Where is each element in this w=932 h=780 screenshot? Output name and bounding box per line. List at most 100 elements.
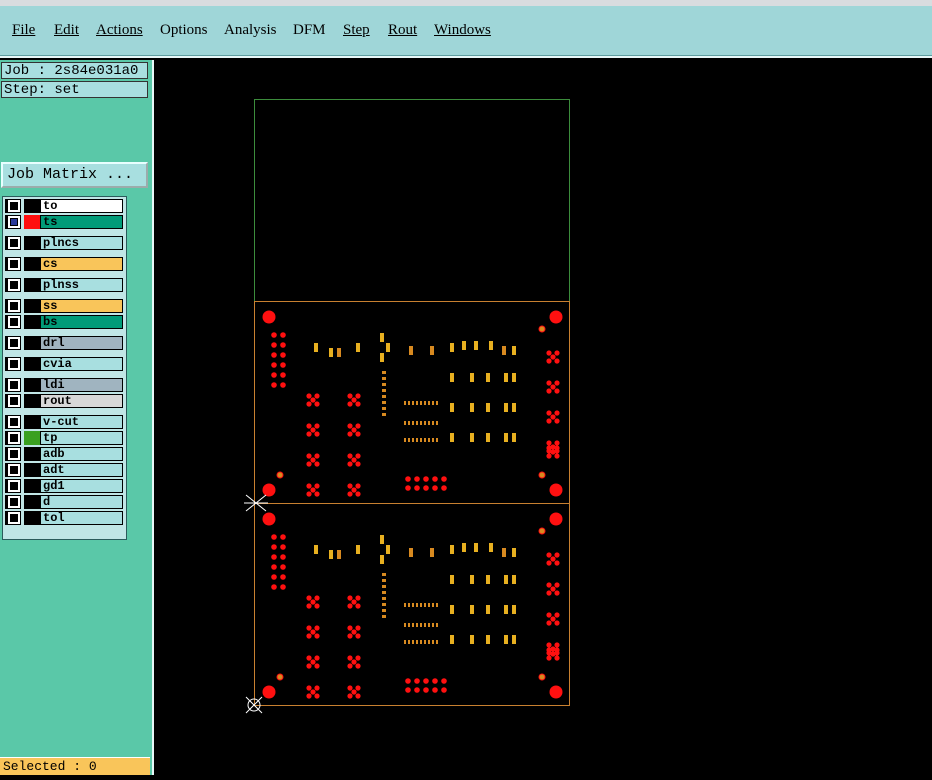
layer-row-gd1[interactable]: gd1 [5,479,123,493]
layer-color-swatch[interactable] [24,236,40,250]
layer-checkbox[interactable] [8,464,20,476]
smd-pad [404,640,406,644]
layer-color-swatch[interactable] [24,463,40,477]
layer-color-swatch[interactable] [24,511,40,525]
layer-row-ts[interactable]: ts [5,215,123,229]
layer-color-swatch[interactable] [24,357,40,371]
layer-color-swatch[interactable] [24,479,40,493]
layer-name[interactable]: ts [40,215,123,229]
layer-checkbox[interactable] [8,416,20,428]
pcb-view[interactable] [154,60,932,775]
menu-analysis[interactable]: Analysis [224,22,277,39]
layer-name[interactable]: cvia [40,357,123,371]
layer-row-ldi[interactable]: ldi [5,378,123,392]
layer-checkbox[interactable] [8,316,20,328]
layer-row-rout[interactable]: rout [5,394,123,408]
smd-pad [436,603,438,607]
layer-checkbox[interactable] [8,480,20,492]
layer-name[interactable]: bs [40,315,123,329]
layer-checkbox[interactable] [8,337,20,349]
layer-checkbox[interactable] [8,237,20,249]
layer-name[interactable]: tol [40,511,123,525]
layer-color-swatch[interactable] [24,336,40,350]
smd-pad [504,605,508,614]
layer-name[interactable]: ss [40,299,123,313]
layer-name[interactable]: d [40,495,123,509]
layer-name[interactable]: drl [40,336,123,350]
layer-checkbox[interactable] [8,496,20,508]
layer-name[interactable]: v-cut [40,415,123,429]
layer-checkbox[interactable] [8,432,20,444]
x-footprint-pad [314,431,320,437]
layer-row-cvia[interactable]: cvia [5,357,123,371]
layer-color-swatch[interactable] [24,278,40,292]
menu-windows[interactable]: Windows [434,22,491,39]
layer-name[interactable]: adb [40,447,123,461]
layer-row-tp[interactable]: tp [5,431,123,445]
layer-name[interactable]: rout [40,394,123,408]
layer-checkbox[interactable] [8,395,20,407]
x-footprint-pad [351,659,357,665]
menu-dfm[interactable]: DFM [293,22,326,39]
layer-checkbox[interactable] [8,279,20,291]
layer-row-v-cut[interactable]: v-cut [5,415,123,429]
layer-color-swatch[interactable] [24,495,40,509]
menu-step[interactable]: Step [343,22,370,39]
layer-name[interactable]: cs [40,257,123,271]
graphics-canvas[interactable] [154,60,932,775]
layer-row-adt[interactable]: adt [5,463,123,477]
layer-name[interactable]: plnss [40,278,123,292]
layer-color-swatch[interactable] [24,299,40,313]
layer-color-swatch[interactable] [24,215,40,229]
smd-pad [486,403,490,412]
x-footprint-pad [347,633,353,639]
menu-actions[interactable]: Actions [96,22,143,39]
layer-checkbox[interactable] [8,448,20,460]
layer-row-adb[interactable]: adb [5,447,123,461]
layer-row-plncs[interactable]: plncs [5,236,123,250]
menu-options[interactable]: Options [160,22,208,39]
layer-row-tol[interactable]: tol [5,511,123,525]
layer-color-swatch[interactable] [24,415,40,429]
smd-pad [450,635,454,644]
layer-row-d[interactable]: d [5,495,123,509]
layer-name[interactable]: gd1 [40,479,123,493]
layer-checkbox[interactable] [8,216,20,228]
layer-checkbox[interactable] [8,379,20,391]
layer-color-swatch[interactable] [24,431,40,445]
layer-color-swatch[interactable] [24,257,40,271]
layer-checkbox[interactable] [8,358,20,370]
smd-pad [470,433,474,442]
layer-checkbox[interactable] [8,200,20,212]
layer-row-drl[interactable]: drl [5,336,123,350]
layer-name[interactable]: plncs [40,236,123,250]
layer-color-swatch[interactable] [24,199,40,213]
menu-edit[interactable]: Edit [54,22,79,39]
layer-row-ss[interactable]: ss [5,299,123,313]
layer-name[interactable]: to [40,199,123,213]
layer-row-cs[interactable]: cs [5,257,123,271]
smd-pad [409,346,413,355]
layer-name[interactable]: ldi [40,378,123,392]
layer-row-to[interactable]: to [5,199,123,213]
x-footprint-pad [554,388,560,394]
x-footprint-pad [355,595,361,601]
layer-color-swatch[interactable] [24,378,40,392]
x-footprint-pad [314,603,320,609]
smd-pad [380,353,384,362]
layer-color-swatch[interactable] [24,394,40,408]
menu-file[interactable]: File [12,22,35,39]
layer-checkbox[interactable] [8,512,20,524]
layer-name[interactable]: tp [40,431,123,445]
layer-color-swatch[interactable] [24,315,40,329]
layer-name[interactable]: adt [40,463,123,477]
menu-rout[interactable]: Rout [388,22,417,39]
job-matrix-button[interactable]: Job Matrix ... [1,162,148,188]
layer-color-swatch[interactable] [24,447,40,461]
pad [280,372,286,378]
smd-pad [450,343,454,352]
layer-row-bs[interactable]: bs [5,315,123,329]
layer-checkbox[interactable] [8,300,20,312]
layer-checkbox[interactable] [8,258,20,270]
layer-row-plnss[interactable]: plnss [5,278,123,292]
